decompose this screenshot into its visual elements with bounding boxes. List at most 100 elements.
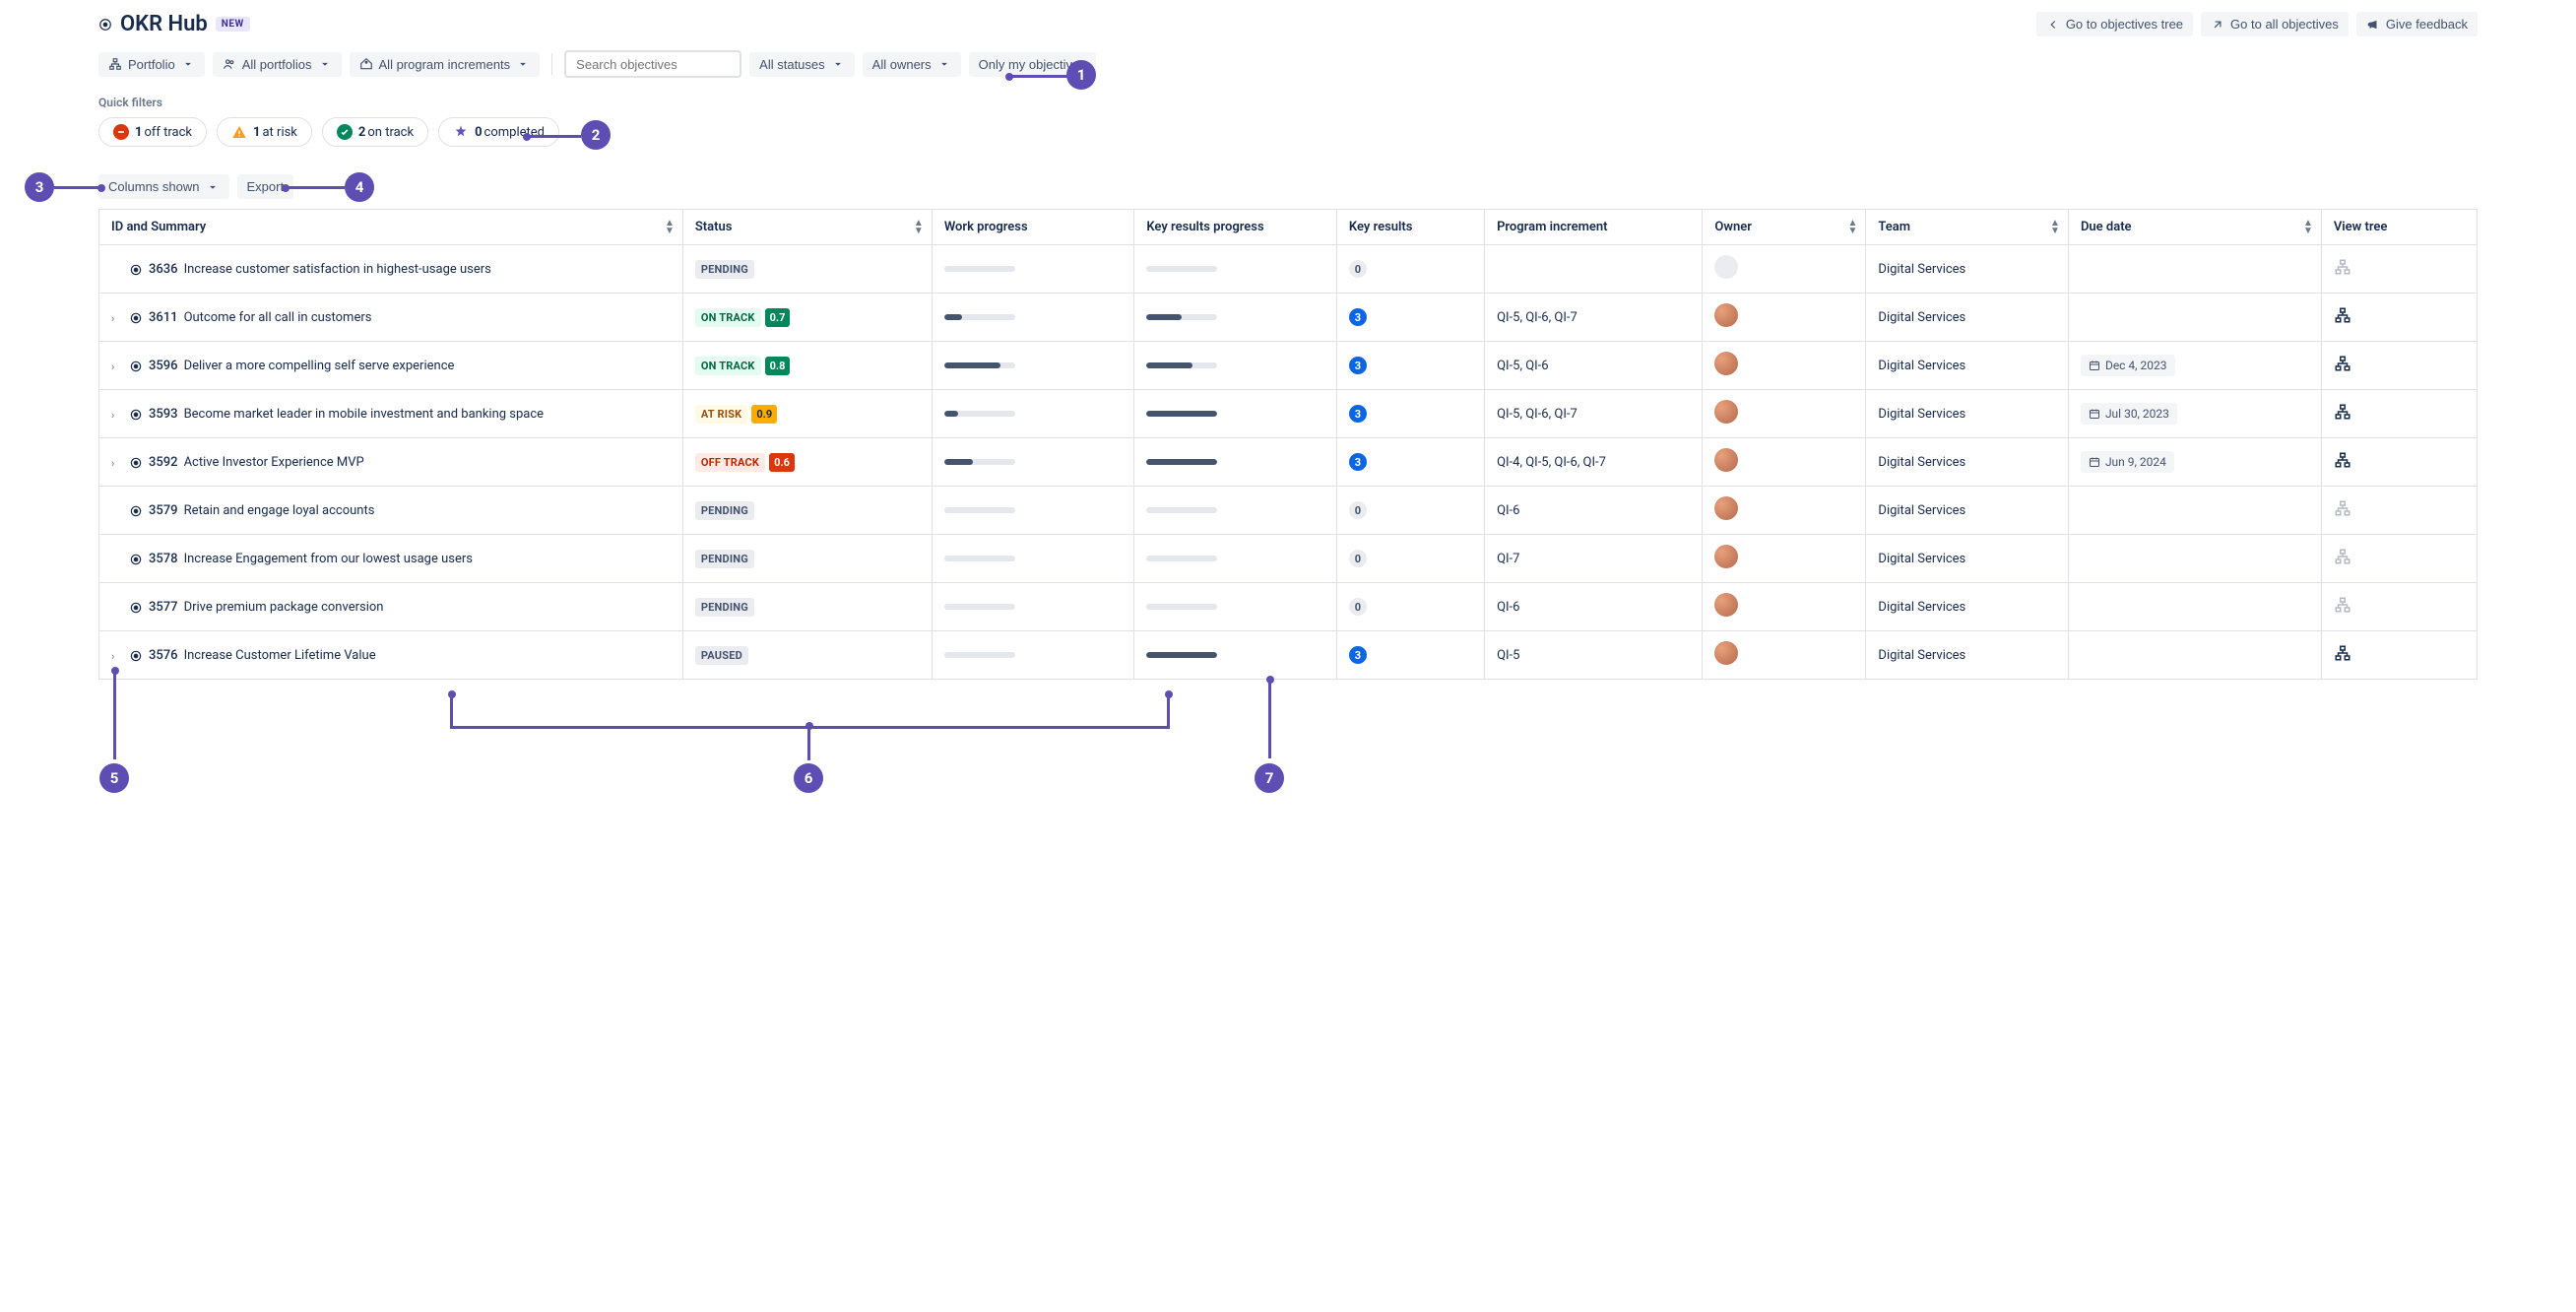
status-badge: PAUSED <box>695 646 748 665</box>
expand-toggle[interactable]: › <box>111 409 123 422</box>
view-tree-icon <box>2334 555 2351 569</box>
key-results-count[interactable]: 0 <box>1349 260 1367 278</box>
all-portfolios-filter-button[interactable]: All portfolios <box>213 52 342 77</box>
objective-id: 3611 <box>149 310 178 325</box>
portfolio-filter-button[interactable]: Portfolio <box>98 52 205 77</box>
all-increments-filter-button[interactable]: All program increments <box>350 52 541 77</box>
owner-avatar[interactable] <box>1714 448 1738 472</box>
col-id-summary[interactable]: ID and Summary▲▼ <box>99 210 683 245</box>
kr-progress-bar <box>1146 314 1217 320</box>
table-row[interactable]: ›3576Increase Customer Lifetime ValuePAU… <box>99 631 2478 680</box>
view-tree-icon[interactable] <box>2334 651 2351 666</box>
objective-icon <box>129 504 143 518</box>
status-badge: PENDING <box>695 598 754 617</box>
col-owner[interactable]: Owner▲▼ <box>1703 210 1866 245</box>
status-badge: AT RISK <box>695 405 747 424</box>
key-results-count[interactable]: 0 <box>1349 501 1367 519</box>
col-due-date[interactable]: Due date▲▼ <box>2068 210 2321 245</box>
all-owners-filter-button[interactable]: All owners <box>863 52 961 77</box>
table-header-row: ID and Summary▲▼ Status▲▼ Work progress … <box>99 210 2478 245</box>
owner-avatar[interactable] <box>1714 400 1738 424</box>
go-to-tree-button[interactable]: Go to objectives tree <box>2036 12 2193 36</box>
table-row[interactable]: 3578Increase Engagement from our lowest … <box>99 535 2478 583</box>
table-row[interactable]: 3577Drive premium package conversionPEND… <box>99 583 2478 631</box>
chevron-down-icon <box>937 57 951 71</box>
table-row[interactable]: 3636Increase customer satisfaction in hi… <box>99 245 2478 294</box>
col-status[interactable]: Status▲▼ <box>682 210 932 245</box>
portfolio-filter-label: Portfolio <box>128 57 175 72</box>
key-results-count[interactable]: 3 <box>1349 357 1367 374</box>
view-tree-icon[interactable] <box>2334 410 2351 425</box>
columns-shown-label: Columns shown <box>108 179 200 194</box>
go-to-all-label: Go to all objectives <box>2230 17 2339 32</box>
table-row[interactable]: ›3593Become market leader in mobile inve… <box>99 390 2478 438</box>
objective-summary: Retain and engage loyal accounts <box>184 503 671 518</box>
key-results-count[interactable]: 0 <box>1349 550 1367 567</box>
on-track-status-icon <box>337 124 353 140</box>
kr-progress-bar <box>1146 459 1217 465</box>
view-tree-icon <box>2334 265 2351 280</box>
key-results-count[interactable]: 3 <box>1349 308 1367 326</box>
owner-avatar[interactable] <box>1714 593 1738 617</box>
table-row[interactable]: ›3592Active Investor Experience MVPOFF T… <box>99 438 2478 487</box>
quick-filters: 1off track 1at risk 2on track 0completed <box>98 117 2478 147</box>
work-progress-bar <box>944 362 1015 368</box>
owner-avatar[interactable] <box>1714 303 1738 327</box>
at-risk-count: 1 <box>253 125 260 140</box>
objective-summary: Increase Customer Lifetime Value <box>184 648 671 663</box>
table-row[interactable]: ›3596Deliver a more compelling self serv… <box>99 342 2478 390</box>
status-badge: ON TRACK <box>695 357 761 375</box>
view-tree-icon[interactable] <box>2334 313 2351 328</box>
table-row[interactable]: 3579Retain and engage loyal accountsPEND… <box>99 487 2478 535</box>
key-results-count[interactable]: 3 <box>1349 646 1367 664</box>
objective-id: 3577 <box>149 600 178 615</box>
key-results-count[interactable]: 3 <box>1349 453 1367 471</box>
calendar-icon <box>2089 456 2100 468</box>
owner-avatar[interactable] <box>1714 496 1738 520</box>
sort-icon: ▲▼ <box>2050 220 2060 235</box>
chevron-down-icon <box>516 57 530 71</box>
kr-progress-bar <box>1146 362 1217 368</box>
completed-count: 0 <box>475 125 482 140</box>
owner-avatar[interactable] <box>1714 641 1738 665</box>
team-name: Digital Services <box>1878 552 1965 566</box>
quickfilter-on-track[interactable]: 2on track <box>322 117 428 147</box>
view-tree-icon[interactable] <box>2334 361 2351 376</box>
tree-icon-svg <box>2334 548 2351 565</box>
owner-avatar[interactable] <box>1714 352 1738 375</box>
key-results-count[interactable]: 3 <box>1349 405 1367 423</box>
all-statuses-filter-button[interactable]: All statuses <box>749 52 854 77</box>
expand-toggle[interactable]: › <box>111 650 123 663</box>
team-name: Digital Services <box>1878 359 1965 373</box>
program-increment-value: QI-5, QI-6, QI-7 <box>1497 407 1578 422</box>
go-to-all-button[interactable]: Go to all objectives <box>2201 12 2349 36</box>
chevron-down-icon <box>181 57 195 71</box>
annotation-4: 4 <box>345 172 374 202</box>
people-icon <box>223 57 236 71</box>
owner-avatar[interactable] <box>1714 545 1738 568</box>
view-tree-icon[interactable] <box>2334 458 2351 473</box>
quickfilter-completed[interactable]: 0completed <box>438 117 559 147</box>
search-input[interactable] <box>574 56 751 73</box>
work-progress-bar <box>944 556 1015 561</box>
team-name: Digital Services <box>1878 503 1965 518</box>
col-kr-progress: Key results progress <box>1134 210 1337 245</box>
quickfilter-at-risk[interactable]: 1at risk <box>217 117 312 147</box>
expand-toggle[interactable]: › <box>111 457 123 470</box>
objective-icon <box>129 360 143 373</box>
expand-toggle[interactable]: › <box>111 312 123 325</box>
all-increments-label: All program increments <box>379 57 511 72</box>
tree-icon-svg <box>2334 644 2351 662</box>
export-label: Export <box>247 179 285 194</box>
work-progress-bar <box>944 411 1015 417</box>
key-results-count[interactable]: 0 <box>1349 598 1367 616</box>
col-team[interactable]: Team▲▼ <box>1866 210 2069 245</box>
columns-shown-button[interactable]: Columns shown <box>98 174 229 199</box>
table-row[interactable]: ›3611Outcome for all call in customersON… <box>99 294 2478 342</box>
callout-line <box>113 671 116 759</box>
search-box[interactable] <box>564 50 741 78</box>
owner-avatar[interactable] <box>1714 255 1738 279</box>
quickfilter-off-track[interactable]: 1off track <box>98 117 207 147</box>
expand-toggle[interactable]: › <box>111 361 123 373</box>
feedback-button[interactable]: Give feedback <box>2356 12 2478 36</box>
